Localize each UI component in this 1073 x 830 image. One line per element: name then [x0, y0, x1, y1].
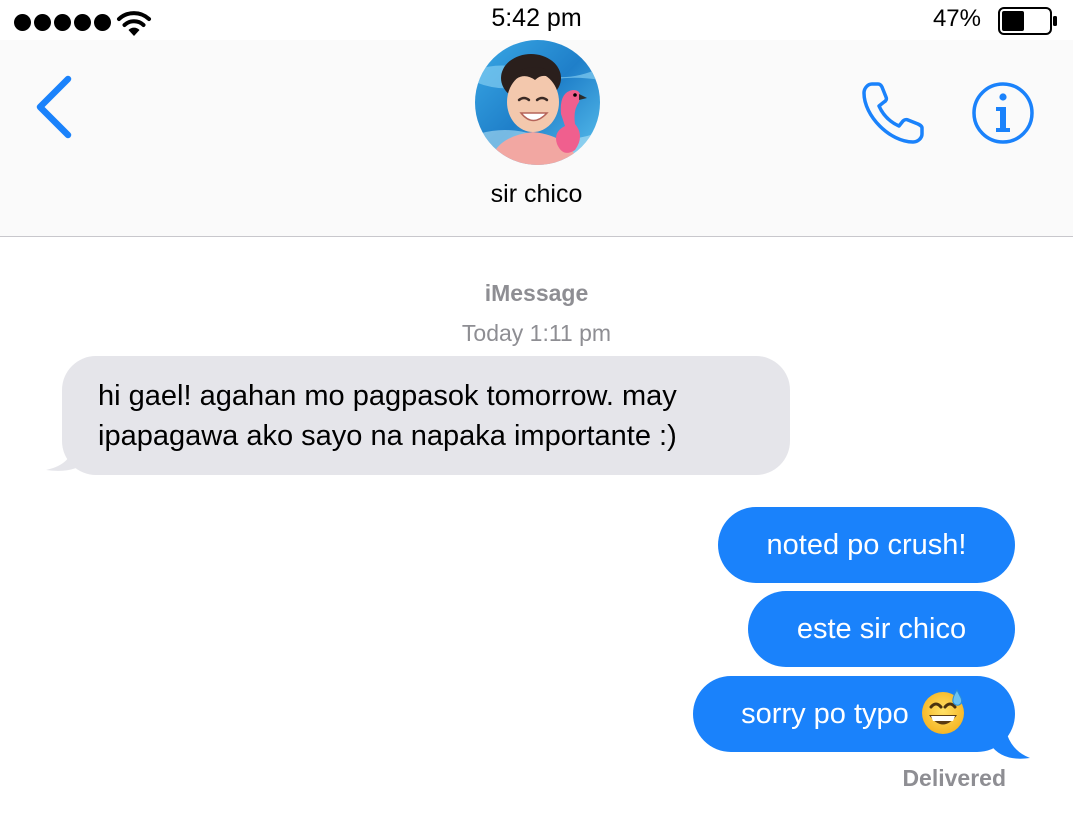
conversation-header: sir chico — [0, 40, 1073, 237]
contact-name[interactable]: sir chico — [0, 180, 1073, 209]
outgoing-message-bubble[interactable]: este sir chico — [748, 591, 1015, 667]
call-button[interactable] — [858, 76, 930, 148]
message-text: sorry po typo — [741, 698, 909, 730]
info-icon — [972, 82, 1034, 144]
info-button[interactable] — [970, 80, 1036, 146]
message-timestamp: Today 1:11 pm — [461, 320, 612, 346]
status-bar: 5:42 pm 47% — [0, 0, 1073, 40]
chevron-left-icon — [36, 75, 72, 139]
back-button[interactable] — [30, 74, 80, 140]
grinning-face-with-sweat-icon — [921, 689, 964, 735]
incoming-message-bubble[interactable]: hi gael! agahan mo pagpasok tomorrow. ma… — [62, 356, 790, 475]
outgoing-message-bubble[interactable]: sorry po typo — [693, 676, 1015, 752]
status-time: 5:42 pm — [491, 4, 582, 32]
outgoing-message-bubble[interactable]: noted po crush! — [718, 507, 1015, 583]
service-label: iMessage — [484, 280, 589, 306]
delivery-status: Delivered — [902, 765, 1006, 791]
phone-icon — [862, 82, 924, 144]
contact-avatar[interactable] — [475, 40, 600, 165]
battery-percent: 47% — [932, 5, 981, 32]
battery-icon — [998, 7, 1057, 35]
messages-screen: 5:42 pm 47% sir chico iMessage Today 1:1… — [0, 0, 1073, 830]
